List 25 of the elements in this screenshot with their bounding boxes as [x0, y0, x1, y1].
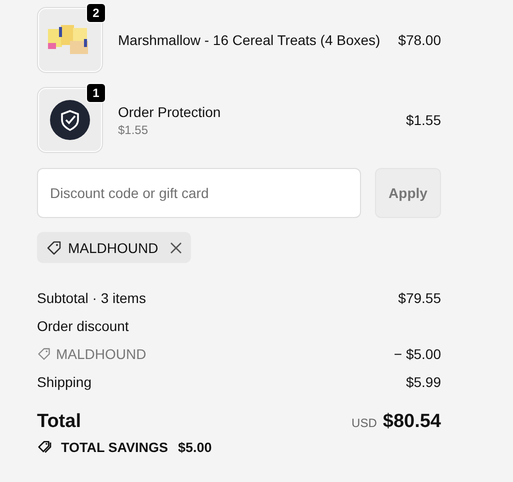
close-icon[interactable]	[170, 242, 182, 254]
discount-label: Order discount	[37, 318, 129, 334]
shipping-amount: $5.99	[406, 374, 441, 390]
discount-amount: − $5.00	[394, 346, 441, 362]
discount-code: MALDHOUND	[56, 346, 146, 362]
discount-code-field[interactable]: Discount code or gift card	[37, 168, 361, 218]
quantity-badge: 2	[86, 3, 106, 23]
total-savings-label: TOTAL SAVINGS	[61, 440, 168, 454]
shield-check-icon	[50, 100, 90, 140]
quantity-badge: 1	[86, 83, 106, 103]
total-savings-amount: $5.00	[178, 440, 212, 454]
tag-icon	[37, 347, 51, 361]
total-label: Total	[37, 411, 81, 433]
currency: USD	[352, 416, 377, 430]
subtotal-label: Subtotal · 3 items	[37, 290, 146, 306]
item-price: $1.55	[406, 112, 441, 128]
total-amount: $80.54	[382, 411, 441, 433]
item-name: Marshmallow - 16 Cereal Treats (4 Boxes)	[118, 32, 382, 48]
item-price: $78.00	[398, 32, 441, 48]
tag-icon	[46, 240, 62, 256]
discount-code: MALDHOUND	[68, 240, 158, 256]
shipping-label: Shipping	[37, 374, 92, 390]
subtotal-amount: $79.55	[398, 290, 441, 306]
item-subtitle: $1.55	[118, 122, 150, 136]
item-name: Order Protection	[118, 104, 222, 120]
